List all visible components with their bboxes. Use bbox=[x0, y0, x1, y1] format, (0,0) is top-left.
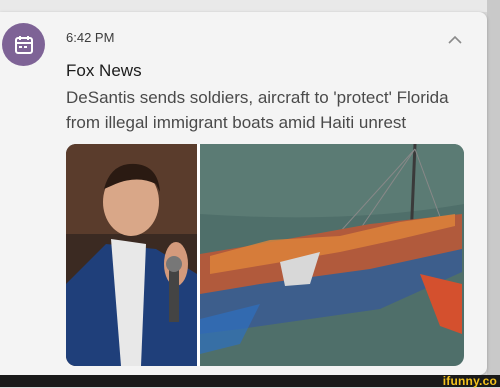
news-image[interactable] bbox=[66, 144, 464, 366]
notification-headline[interactable]: DeSantis sends soldiers, aircraft to 'pr… bbox=[66, 85, 476, 135]
ifunny-watermark: ifunny.co bbox=[442, 374, 497, 388]
portrait-photo bbox=[66, 144, 197, 366]
boat-photo bbox=[200, 144, 464, 366]
screen-edge bbox=[487, 0, 500, 375]
collapse-button[interactable] bbox=[445, 30, 465, 50]
app-icon bbox=[2, 23, 45, 66]
notification-source: Fox News bbox=[66, 61, 142, 80]
top-strip bbox=[0, 0, 500, 12]
chevron-up-icon bbox=[448, 35, 462, 44]
notification-time: 6:42 PM bbox=[66, 30, 115, 45]
calendar-icon bbox=[14, 35, 33, 54]
watermark-bar bbox=[0, 375, 500, 387]
